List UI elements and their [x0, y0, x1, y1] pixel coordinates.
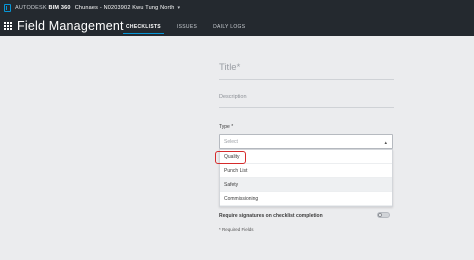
app-title-row: Field Management: [4, 17, 124, 35]
description-field[interactable]: Description: [219, 94, 247, 100]
description-underline: [219, 107, 394, 108]
type-label: Type *: [219, 124, 234, 130]
type-select[interactable]: Select ▴: [219, 134, 393, 149]
option-quality[interactable]: Quality: [215, 150, 392, 164]
option-label: Commissioning: [224, 195, 259, 202]
tab-issues[interactable]: ISSUES: [169, 17, 205, 36]
brand-product: BIM 360: [48, 5, 71, 11]
tab-daily-logs[interactable]: DAILY LOGS: [205, 17, 253, 36]
option-safety[interactable]: Safety: [220, 178, 392, 192]
brand-prefix: AUTODESK: [15, 5, 47, 11]
require-signatures-toggle[interactable]: [377, 212, 390, 218]
brand-row: AUTODESK BIM 360 Chunaes - N0203902 Kwu …: [4, 2, 180, 14]
project-selector[interactable]: Chunaes - N0203902 Kwu Tung North ▾: [75, 5, 181, 12]
option-label: Safety: [224, 181, 239, 188]
option-commissioning[interactable]: Commissioning: [220, 192, 392, 206]
required-fields-note: * Required Fields: [219, 227, 254, 232]
tab-checklists[interactable]: CHECKLISTS: [118, 17, 169, 36]
bim360-logo-icon: [4, 4, 11, 12]
toggle-knob: [378, 213, 382, 217]
title-underline: [219, 79, 394, 80]
type-dropdown-menu: Quality Punch List Safety Commissioning: [215, 149, 393, 207]
project-name: Chunaes - N0203902 Kwu Tung North: [74, 4, 175, 11]
app-title: Field Management: [17, 19, 124, 33]
type-select-placeholder: Select: [224, 138, 238, 145]
caret-down-icon: ▴: [384, 140, 387, 146]
require-signatures-label: Require signatures on checklist completi…: [219, 213, 323, 219]
title-field[interactable]: Title*: [219, 62, 240, 73]
highlight-annotation: [215, 151, 246, 164]
chevron-down-icon: ▾: [177, 4, 181, 11]
module-tabs: CHECKLISTS ISSUES DAILY LOGS: [118, 17, 253, 36]
option-label: Punch List: [224, 167, 248, 174]
top-navigation-bar: AUTODESK BIM 360 Chunaes - N0203902 Kwu …: [0, 0, 474, 36]
app-menu-icon[interactable]: [4, 22, 12, 30]
brand-name: AUTODESK BIM 360: [15, 5, 71, 11]
option-punch-list[interactable]: Punch List: [220, 164, 392, 178]
